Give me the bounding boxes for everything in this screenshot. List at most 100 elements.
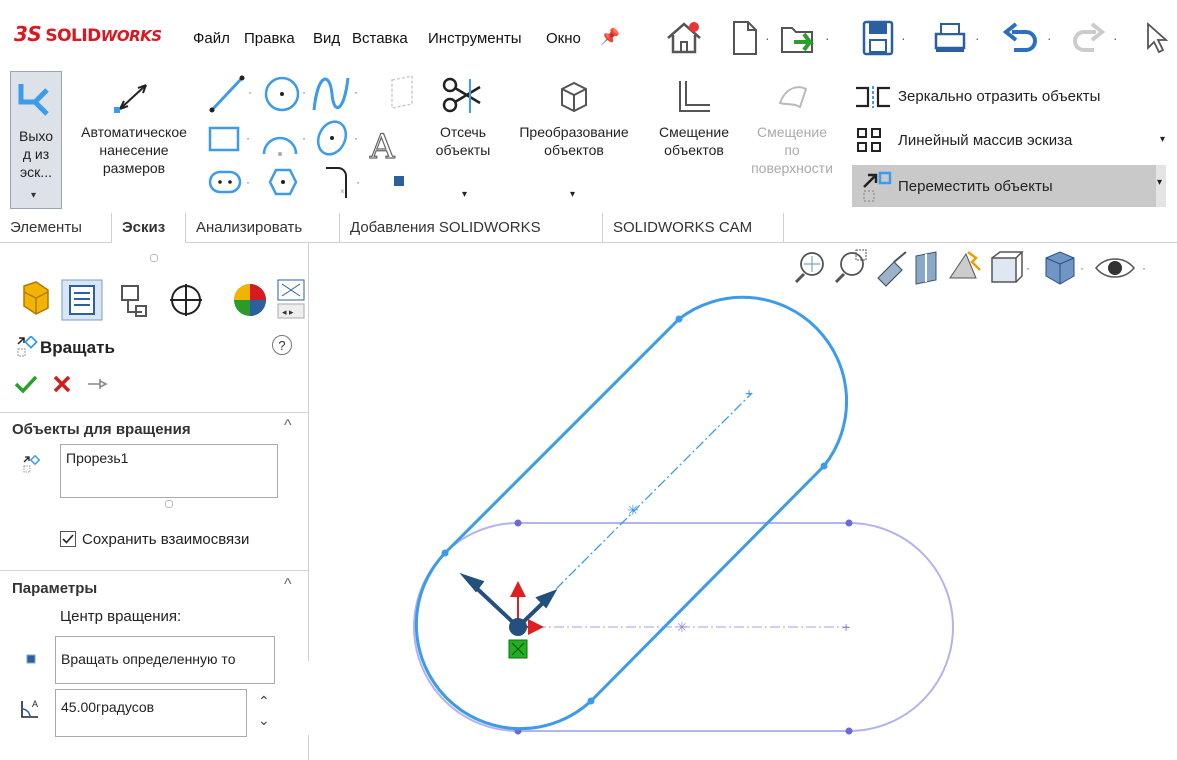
fillet-icon[interactable]: × [326,167,347,198]
circle-icon[interactable] [264,76,300,112]
ok-checkmark-icon[interactable] [14,374,38,394]
chevron-down-icon[interactable]: · [825,30,830,46]
open-icon[interactable]: · [778,18,835,58]
rotate-entities-icon [17,336,38,357]
point-icon[interactable] [394,176,404,186]
chevron-down-icon[interactable]: ▾ [1160,134,1165,145]
rotation-triad-icon[interactable] [459,572,558,659]
undo-icon[interactable]: · [1000,18,1057,58]
chevron-down-icon[interactable]: · [901,30,906,46]
print-icon[interactable]: · [930,18,985,58]
text-icon[interactable]: A [368,126,395,167]
tab-evaluate[interactable]: Анализировать [186,213,340,243]
sketch-tools-grid[interactable]: · · · · · · A · × · [206,72,426,208]
sketch-canvas[interactable]: ✳ + ✳ + [309,243,1177,760]
angle-field[interactable]: 45.00градусов [55,689,247,737]
trim-entities-button[interactable]: Отсечь объекты ▾ [428,71,498,209]
mirror-entities-button[interactable]: Зеркально отразить объекты [852,84,1162,112]
new-document-icon[interactable]: · [730,18,775,58]
select-cursor-icon[interactable] [1140,18,1170,58]
configuration-manager-icon[interactable] [121,285,147,317]
arc-icon[interactable] [262,136,298,156]
menu-file[interactable]: Файл [193,30,230,47]
menu-tools[interactable]: Инструменты [428,30,522,47]
panel-splitter-handle[interactable] [150,254,158,262]
cancel-x-icon[interactable] [52,374,72,394]
svg-text:+: + [745,385,753,401]
chevron-down-icon[interactable]: · [1113,30,1118,46]
slot-icon[interactable] [208,170,242,194]
mirror-label: Зеркально отразить объекты [898,88,1101,105]
tab-solidworks-cam[interactable]: SOLIDWORKS CAM [603,213,784,243]
smart-dimension-label-3: размеров [102,160,166,176]
offset-entities-button[interactable]: Смещение объектов [648,71,740,209]
chevron-down-icon[interactable]: ▾ [31,190,36,201]
offset-surface-label-3: поверхности [751,160,833,176]
section-objects-header[interactable]: Объекты для вращения [12,421,191,438]
chevron-down-icon[interactable]: ▾ [570,189,575,200]
dimxpert-icon[interactable] [170,284,202,316]
smart-dimension-icon [114,84,147,113]
feature-manager-icon[interactable] [23,281,49,315]
line-icon[interactable] [209,75,245,113]
polygon-icon[interactable] [268,168,298,196]
menu-window[interactable]: Окно [546,30,581,47]
pushpin-icon[interactable] [86,378,108,390]
move-entities-button[interactable]: Переместить объекты [852,165,1158,207]
redo-icon[interactable]: · [1072,18,1123,58]
selection-list-icon [23,455,40,473]
ellipse-icon[interactable] [313,117,351,159]
exit-sketch-button[interactable]: Выхо д из эск... ▾ [10,71,62,209]
more-tabs-icon[interactable]: ◂ ▸ [277,279,305,319]
offset-surface-icon [778,86,808,109]
svg-text:·: · [354,85,358,99]
collapse-caret-icon[interactable]: ^ [284,417,292,435]
smart-dimension-button[interactable]: Автоматическое нанесение размеров [64,71,204,209]
home-icon[interactable] [662,18,706,58]
linear-pattern-button[interactable]: Линейный массив эскиза [852,126,1162,154]
help-icon[interactable]: ? [272,335,292,355]
chevron-down-icon[interactable]: · [1047,30,1052,46]
offset-surface-button: Смещение по поверхности [742,71,842,209]
svg-text:·: · [246,175,250,189]
chevron-down-icon: ▾ [1157,177,1163,188]
svg-text:✳: ✳ [627,502,639,518]
rotated-slot-sketch[interactable]: ✳ + [414,295,849,731]
move-dropdown[interactable]: ▾ [1156,165,1166,207]
section-params-header[interactable]: Параметры [12,580,97,597]
spin-down-icon[interactable]: ⌄ [258,712,270,729]
list-item[interactable]: Прорезь1 [66,450,272,466]
offset-entities-icon [679,81,710,112]
resize-handle[interactable] [165,500,173,508]
display-manager-icon[interactable] [234,284,266,316]
objects-selection-box[interactable]: Прорезь1 [60,444,278,498]
menu-edit[interactable]: Правка [244,30,295,47]
plane-icon[interactable] [391,75,413,109]
chevron-down-icon[interactable]: ▾ [462,189,467,200]
chevron-down-icon[interactable]: · [975,30,980,46]
pin-icon[interactable]: 📌 [600,27,620,47]
tab-solidworks-addins[interactable]: Добавления SOLIDWORKS [340,213,603,243]
keep-relations-checkbox[interactable] [60,531,76,547]
save-icon[interactable]: · [860,18,911,58]
tab-features[interactable]: Элементы [0,213,112,243]
svg-text:+: + [842,619,850,635]
svg-text:✳: ✳ [676,619,688,635]
solidworks-logo[interactable]: 3S SOLIDWORKS [14,22,162,46]
convert-entities-button[interactable]: Преобразование объектов ▾ [502,71,646,209]
convert-label-1: Преобразование [519,124,629,140]
scissors-icon [442,77,481,113]
logo-works: WORKS [100,27,162,45]
tab-sketch[interactable]: Эскиз [112,213,186,243]
rectangle-icon[interactable] [208,126,240,152]
panel-tab-strip[interactable]: ◂ ▸ [10,278,310,322]
center-of-rotation-field[interactable]: Вращать определенную то [55,636,275,684]
chevron-down-icon[interactable]: · [765,30,770,46]
spin-up-icon[interactable]: ⌃ [258,693,270,710]
property-manager-icon[interactable] [61,279,103,321]
collapse-caret-icon[interactable]: ^ [284,576,292,594]
menu-insert[interactable]: Вставка [352,30,408,47]
convert-entities-icon [561,81,587,113]
menu-view[interactable]: Вид [313,30,340,47]
spline-icon[interactable] [312,77,350,111]
